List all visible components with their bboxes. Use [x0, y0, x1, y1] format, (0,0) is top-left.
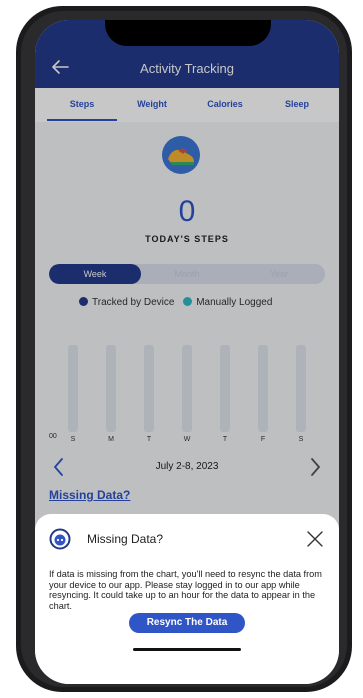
home-indicator	[133, 648, 241, 651]
chat-bot-icon	[49, 528, 71, 550]
app-screen: Activity Tracking Steps Weight Calories …	[35, 20, 339, 684]
sheet-message: If data is missing from the chart, you'l…	[49, 569, 322, 611]
close-icon[interactable]	[306, 530, 324, 548]
missing-data-sheet: Missing Data? If data is missing from th…	[35, 514, 339, 684]
sheet-title: Missing Data?	[87, 532, 164, 546]
camera-notch	[105, 20, 271, 46]
resync-button[interactable]: Resync The Data	[129, 613, 245, 633]
